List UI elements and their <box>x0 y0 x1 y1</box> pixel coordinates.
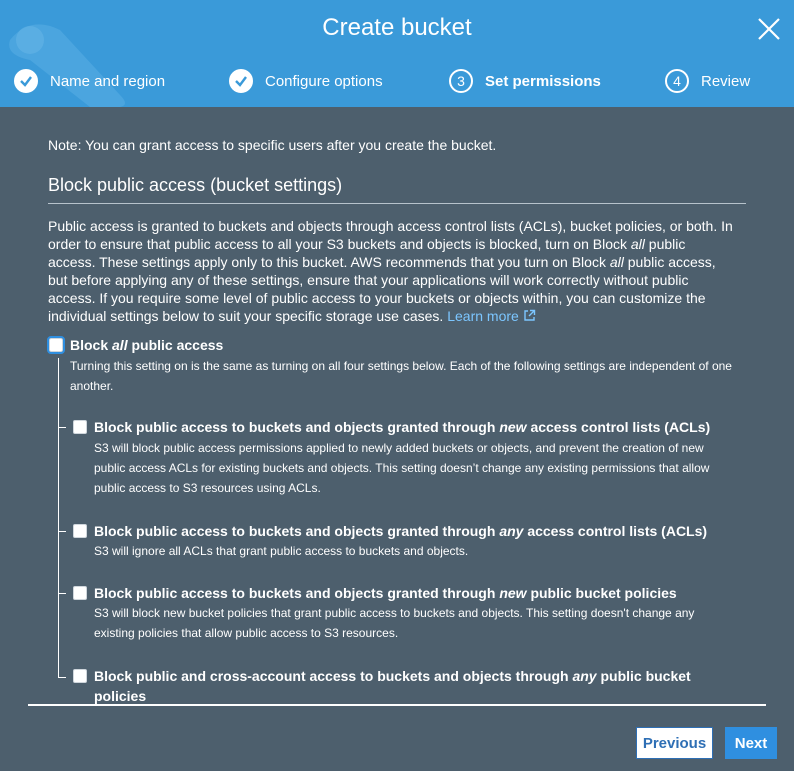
step-label: Name and region <box>50 72 166 90</box>
block-cross-account-checkbox[interactable] <box>73 669 87 683</box>
step-name-and-region[interactable]: Name and region <box>14 66 165 96</box>
block-all-checkbox[interactable] <box>47 336 65 354</box>
tree-branch <box>58 677 66 678</box>
section-title: Block public access (bucket settings) <box>48 175 343 195</box>
step-label: Configure options <box>265 72 383 90</box>
tree-branch <box>58 531 66 532</box>
block-new-policies-description: S3 will block new bucket policies that g… <box>94 606 695 640</box>
block-new-acls-checkbox[interactable] <box>73 420 87 434</box>
footer-divider <box>28 704 766 706</box>
tree-branch <box>58 593 66 594</box>
step-label: Review <box>701 72 751 90</box>
dialog-title: Create bucket <box>322 14 472 41</box>
permissions-panel[interactable]: Note: You can grant access to specific u… <box>0 107 794 707</box>
tree-line <box>58 358 59 677</box>
check-icon <box>14 69 38 93</box>
block-new-acls-description: S3 will block public access permissions … <box>94 441 710 495</box>
block-cross-account-label: Block public and cross-account access to… <box>94 668 691 704</box>
step-review[interactable]: 4 Review <box>665 66 750 96</box>
previous-button[interactable]: Previous <box>636 727 713 759</box>
block-new-acls-label: Block public access to buckets and objec… <box>94 419 711 435</box>
block-new-policies-label: Block public access to buckets and objec… <box>94 585 677 601</box>
intro-paragraph: Public access is granted to buckets and … <box>48 218 733 324</box>
block-any-acls-description: S3 will ignore all ACLs that grant publi… <box>94 544 469 558</box>
step-number: 4 <box>665 69 689 93</box>
block-any-acls-checkbox[interactable] <box>73 524 87 538</box>
close-icon[interactable] <box>756 16 782 42</box>
wizard-header: Create bucket Name and region Configure … <box>0 0 794 107</box>
check-icon <box>229 69 253 93</box>
tree-branch <box>58 427 66 428</box>
note-text: Note: You can grant access to specific u… <box>48 137 497 153</box>
wizard-steps: Name and region Configure options 3 Set … <box>0 66 794 96</box>
external-link-icon <box>524 309 535 321</box>
next-button[interactable]: Next <box>725 727 777 759</box>
learn-more-link[interactable]: Learn more <box>447 308 535 324</box>
step-number: 3 <box>449 69 473 93</box>
step-label: Set permissions <box>485 72 601 90</box>
section-divider <box>48 203 746 204</box>
block-all-label: Block all public access <box>70 337 224 353</box>
step-configure-options[interactable]: Configure options <box>229 66 383 96</box>
block-new-policies-checkbox[interactable] <box>73 586 87 600</box>
step-set-permissions[interactable]: 3 Set permissions <box>449 66 601 96</box>
block-any-acls-label: Block public access to buckets and objec… <box>94 523 708 539</box>
block-all-description: Turning this setting on is the same as t… <box>70 359 732 393</box>
